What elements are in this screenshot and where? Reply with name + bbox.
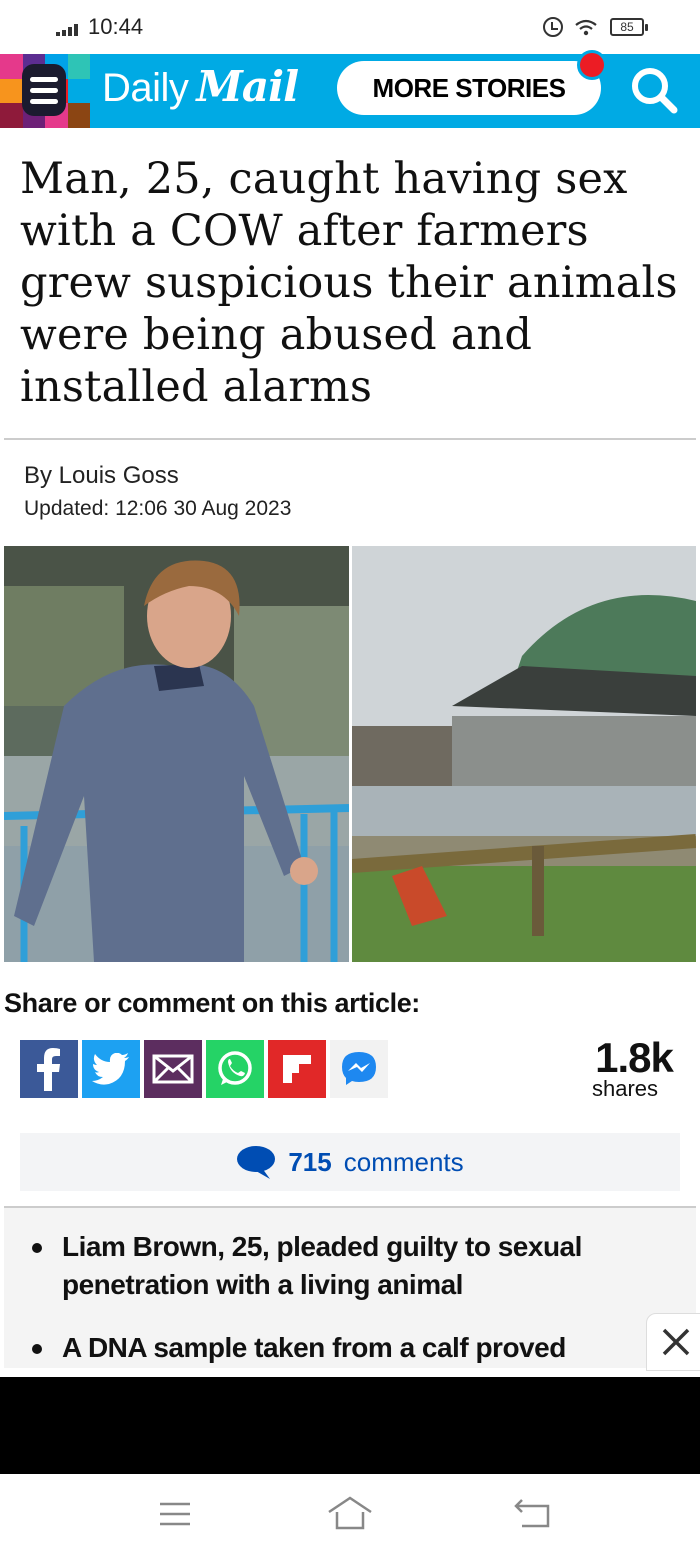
more-stories-button[interactable]: MORE STORIES [337, 61, 601, 115]
search-icon[interactable] [628, 64, 680, 116]
whatsapp-icon[interactable] [206, 1040, 264, 1098]
status-time: 10:44 [88, 14, 144, 39]
article-photo-farm[interactable] [352, 546, 696, 962]
article-summary: Liam Brown, 25, pleaded guilty to sexual… [4, 1208, 696, 1368]
ad-banner[interactable] [0, 1377, 700, 1474]
alarm-icon [543, 17, 563, 37]
comments-button[interactable]: 715 comments [20, 1133, 680, 1191]
summary-bullet: A DNA sample taken from a calf proved [32, 1329, 622, 1367]
comment-bubble-icon [237, 1146, 276, 1179]
site-logo[interactable]: Daily Mail [102, 62, 299, 120]
back-nav-icon[interactable] [508, 1494, 558, 1534]
article-photo-man[interactable] [4, 546, 349, 962]
menu-nav-icon[interactable] [150, 1494, 200, 1534]
home-nav-icon[interactable] [325, 1494, 375, 1534]
comments-count: 715 [288, 1146, 332, 1177]
menu-icon[interactable] [22, 64, 66, 116]
article-updated: Updated: 12:06 30 Aug 2023 [24, 497, 292, 520]
share-count-label: shares [591, 1076, 659, 1101]
logo-mail: Mail [196, 62, 299, 111]
flipboard-icon[interactable] [268, 1040, 326, 1098]
signal-icon [56, 22, 82, 36]
wifi-icon [575, 19, 597, 36]
close-icon [662, 1328, 690, 1356]
site-header: Daily Mail MORE STORIES [0, 50, 700, 128]
system-nav-bar [0, 1474, 700, 1556]
battery-icon: 85 [610, 18, 648, 36]
status-bar: 10:44 85 [0, 0, 700, 54]
comments-label: comments [343, 1146, 464, 1177]
twitter-icon[interactable] [82, 1040, 140, 1098]
share-title: Share or comment on this article: [4, 988, 420, 1018]
messenger-icon[interactable] [330, 1040, 388, 1098]
email-icon[interactable] [144, 1040, 202, 1098]
share-count: 1.8k [595, 1034, 674, 1081]
summary-bullet: Liam Brown, 25, pleaded guilty to sexual… [32, 1228, 622, 1304]
facebook-icon[interactable] [20, 1040, 78, 1098]
close-ad-button[interactable] [646, 1313, 700, 1371]
article-byline[interactable]: By Louis Goss [24, 462, 179, 490]
article-headline: Man, 25, caught having sex with a COW af… [20, 154, 678, 412]
notification-dot [577, 50, 607, 80]
divider [4, 438, 696, 440]
logo-daily: Daily [102, 66, 189, 110]
